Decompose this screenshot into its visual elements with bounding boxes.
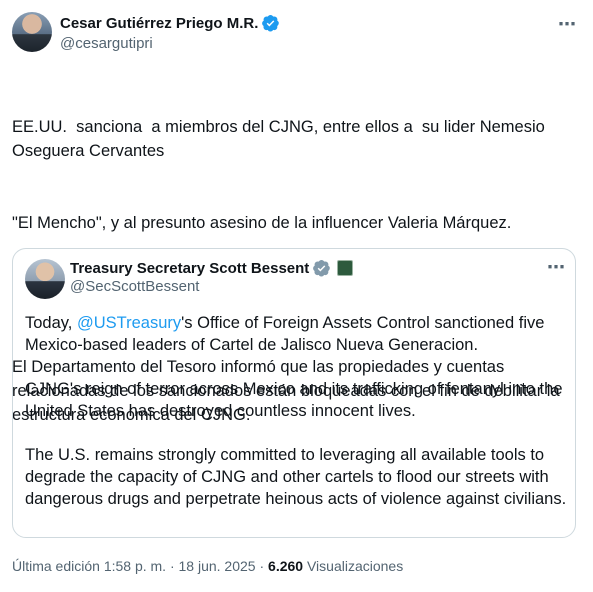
quoted-paragraph-1: Today, @USTreasury's Office of Foreign A… (25, 312, 570, 356)
more-options-icon[interactable]: ⋯ (558, 14, 577, 35)
quoted-author-handle[interactable]: @SecScottBessent (70, 278, 199, 295)
gray-verified-badge-icon (313, 260, 331, 277)
views-label: Visualizaciones (303, 558, 404, 574)
quoted-more-options-icon[interactable]: ⋯ (547, 257, 565, 278)
author-handle[interactable]: @cesargutipri (60, 35, 153, 52)
quoted-tweet-body: Today, @USTreasury's Office of Foreign A… (25, 312, 570, 532)
tweet-paragraph-1-line-1: EE.UU. sanciona a miembros del CJNG, ent… (12, 118, 550, 160)
author-avatar[interactable] (12, 12, 52, 52)
quoted-tweet-card[interactable]: Treasury Secretary Scott Bessent @SecSco… (12, 248, 576, 538)
edited-timestamp[interactable]: Última edición 1:58 p. m. · 18 jun. 2025… (12, 558, 268, 574)
author-name[interactable]: Cesar Gutiérrez Priego M.R. (60, 15, 258, 32)
tweet-paragraph-1-line-2: "El Mencho", y al presunto asesino de la… (12, 214, 512, 232)
views-count: 6.260 (268, 558, 304, 574)
author-name-row[interactable]: Cesar Gutiérrez Priego M.R. (60, 14, 280, 32)
usttreasury-mention-link[interactable]: @USTreasury (77, 314, 181, 332)
affiliation-seal-icon[interactable] (337, 260, 354, 276)
quoted-author-name[interactable]: Treasury Secretary Scott Bessent (70, 260, 309, 277)
quoted-author-avatar[interactable] (25, 259, 65, 299)
quoted-paragraph-2: CJNG's reign of terror across Mexico and… (25, 380, 563, 420)
quoted-author-name-row[interactable]: Treasury Secretary Scott Bessent (70, 259, 354, 277)
tweet-metadata: Última edición 1:58 p. m. · 18 jun. 2025… (12, 558, 403, 574)
verified-badge-icon (262, 15, 280, 32)
quoted-paragraph-3: The U.S. remains strongly committed to l… (25, 446, 567, 508)
quoted-p1-prefix: Today, (25, 314, 77, 332)
